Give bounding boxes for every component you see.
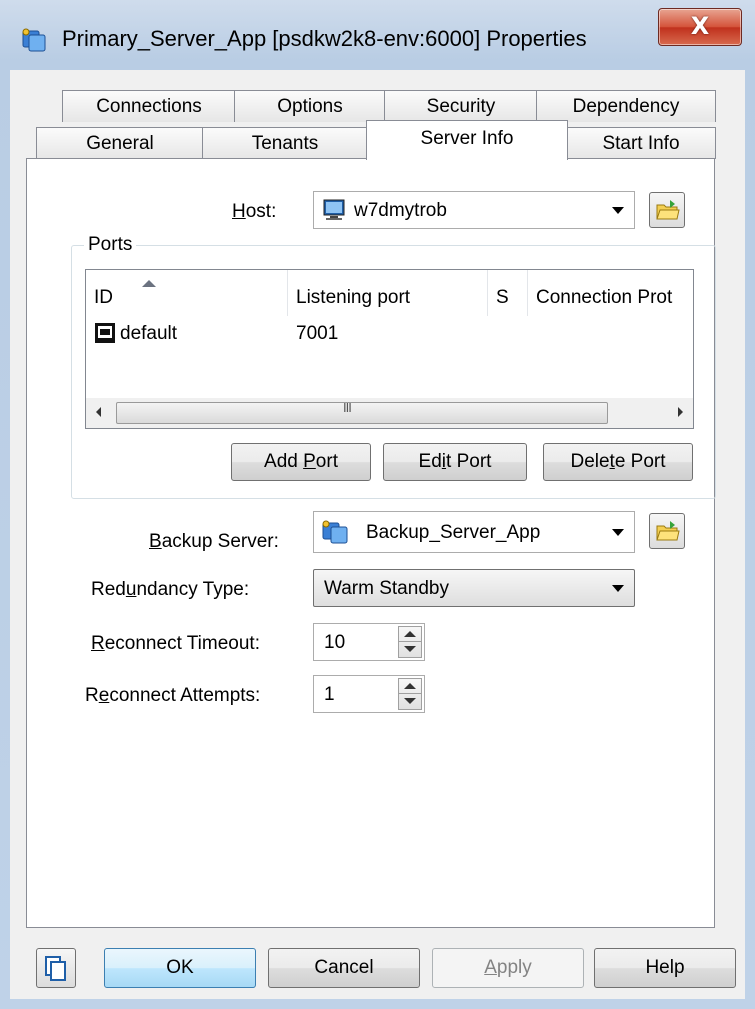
scroll-left-icon[interactable] <box>96 407 101 417</box>
application-icon <box>322 520 348 544</box>
tab-start-info[interactable]: Start Info <box>566 127 716 159</box>
delete-port-button[interactable]: Delete Port <box>543 443 693 481</box>
increment-icon[interactable] <box>404 683 416 689</box>
decrement-icon[interactable] <box>404 646 416 652</box>
reconnect-attempts-stepper[interactable]: 1 <box>313 675 425 713</box>
increment-icon[interactable] <box>404 631 416 637</box>
chevron-down-icon <box>612 585 624 592</box>
port-number-cell: 7001 <box>296 323 339 344</box>
folder-icon <box>656 521 680 541</box>
host-label: Host: <box>232 201 277 222</box>
backup-server-dropdown[interactable]: Backup_Server_App <box>313 511 635 553</box>
tab-dependency[interactable]: Dependency <box>536 90 716 122</box>
scroll-grip-icon: III <box>343 400 352 415</box>
sort-ascending-icon <box>142 280 156 287</box>
column-listening-port[interactable]: Listening port <box>288 270 488 316</box>
close-icon: X <box>690 12 710 40</box>
stepper-buttons[interactable] <box>398 626 422 658</box>
ok-button[interactable]: OK <box>104 948 256 988</box>
title-bar[interactable]: Primary_Server_App [psdkw2k8-env:6000] P… <box>0 0 755 70</box>
properties-window: Primary_Server_App [psdkw2k8-env:6000] P… <box>0 0 755 1009</box>
tab-tenants[interactable]: Tenants <box>202 127 368 159</box>
redundancy-type-label: Redundancy Type: <box>91 579 250 600</box>
add-port-button[interactable]: Add Port <box>231 443 371 481</box>
port-id-cell: default <box>120 323 178 344</box>
ports-list[interactable]: ID Listening port S Connection Prot defa… <box>85 269 694 429</box>
computer-icon <box>323 199 345 220</box>
table-row[interactable]: default 7001 <box>86 320 693 350</box>
ports-legend: Ports <box>84 234 137 256</box>
host-value: w7dmytrob <box>354 200 447 221</box>
stepper-buttons[interactable] <box>398 678 422 710</box>
copy-button[interactable] <box>36 948 76 988</box>
tab-connections[interactable]: Connections <box>62 90 236 122</box>
scroll-right-icon[interactable] <box>678 407 683 417</box>
edit-port-button[interactable]: Edit Port <box>383 443 527 481</box>
chevron-down-icon <box>612 529 624 536</box>
horizontal-scrollbar[interactable]: III <box>86 398 693 428</box>
reconnect-attempts-value: 1 <box>324 684 335 705</box>
redundancy-type-dropdown[interactable]: Warm Standby <box>313 569 635 607</box>
tab-general[interactable]: General <box>36 127 204 159</box>
redundancy-type-value: Warm Standby <box>324 578 449 599</box>
backup-server-value: Backup_Server_App <box>366 522 541 543</box>
host-dropdown[interactable]: w7dmytrob <box>313 191 635 229</box>
help-button[interactable]: Help <box>594 948 736 988</box>
backup-server-label: Backup Server: <box>149 531 279 552</box>
host-browse-button[interactable] <box>649 192 685 228</box>
decrement-icon[interactable] <box>404 698 416 704</box>
reconnect-attempts-label: Reconnect Attempts: <box>85 685 261 706</box>
copy-icon <box>45 956 66 981</box>
server-info-panel: Host: w7dmytrob Ports ID Listening port … <box>26 158 716 928</box>
cancel-button[interactable]: Cancel <box>268 948 420 988</box>
ports-list-header: ID Listening port S Connection Prot <box>86 270 693 316</box>
port-icon <box>95 323 115 343</box>
column-connection-protocol[interactable]: Connection Prot <box>528 270 693 316</box>
column-id[interactable]: ID <box>86 270 288 316</box>
reconnect-timeout-value: 10 <box>324 632 346 653</box>
window-title: Primary_Server_App [psdkw2k8-env:6000] P… <box>62 26 587 51</box>
chevron-down-icon <box>612 207 624 214</box>
tab-options[interactable]: Options <box>234 90 386 122</box>
folder-icon <box>656 200 680 220</box>
scrollbar-thumb[interactable]: III <box>116 400 608 424</box>
backup-server-browse-button[interactable] <box>649 513 685 549</box>
application-icon <box>22 28 46 52</box>
tab-security[interactable]: Security <box>384 90 538 122</box>
apply-button[interactable]: Apply <box>432 948 584 988</box>
reconnect-timeout-stepper[interactable]: 10 <box>313 623 425 661</box>
column-s[interactable]: S <box>488 270 528 316</box>
tab-server-info[interactable]: Server Info <box>366 120 568 160</box>
close-button[interactable]: X <box>658 8 742 46</box>
reconnect-timeout-label: Reconnect Timeout: <box>91 633 260 654</box>
